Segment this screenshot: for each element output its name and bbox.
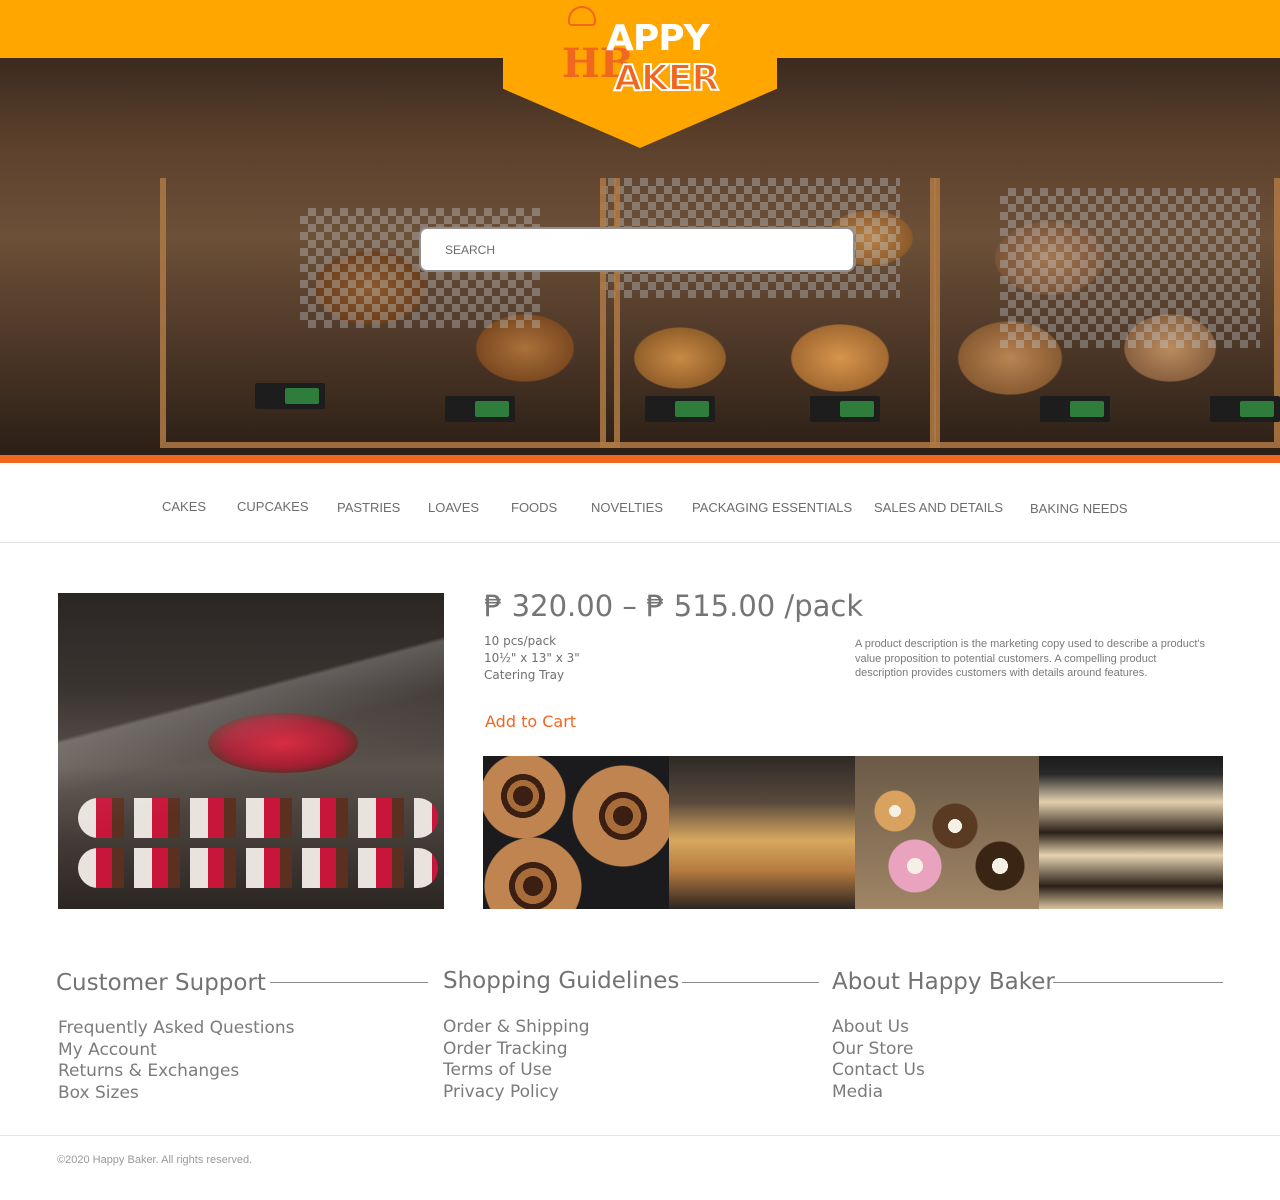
footer-link-my-account[interactable]: My Account <box>58 1040 157 1060</box>
product-main-image[interactable] <box>58 593 444 909</box>
footer-link-media[interactable]: Media <box>832 1082 883 1102</box>
footer-title-about: About Happy Baker <box>832 969 1055 995</box>
footer-link-order-tracking[interactable]: Order Tracking <box>443 1039 568 1059</box>
product-description: A product description is the marketing c… <box>855 638 1206 679</box>
footer-link-contact-us[interactable]: Contact Us <box>832 1060 925 1080</box>
thumbnail-cinnamon-rolls[interactable] <box>483 756 669 909</box>
hero-crate <box>160 178 620 448</box>
thumbnail-cakes[interactable] <box>1039 756 1223 909</box>
spec-pack: 10 pcs/pack <box>484 634 557 648</box>
product-thumbnails <box>483 756 1223 909</box>
nav-item-baking-needs[interactable]: BAKING NEEDS <box>1030 501 1128 516</box>
add-to-cart-button[interactable]: Add to Cart <box>485 712 576 731</box>
nav-item-loaves[interactable]: LOAVES <box>428 500 479 515</box>
category-nav: CAKES CUPCAKES PASTRIES LOAVES FOODS NOV… <box>0 463 1280 543</box>
footer-title-rule <box>682 982 819 983</box>
footer-title-customer-support: Customer Support <box>56 970 266 996</box>
footer-link-returns[interactable]: Returns & Exchanges <box>58 1061 239 1081</box>
hero-price-tag <box>645 396 715 422</box>
search-box <box>419 227 855 272</box>
footer-link-faq[interactable]: Frequently Asked Questions <box>58 1018 295 1038</box>
thumbnail-pastry-display[interactable] <box>669 756 855 909</box>
spec-size: 10½" x 13" x 3" <box>484 651 580 665</box>
nav-item-foods[interactable]: FOODS <box>511 500 557 515</box>
footer-link-order-shipping[interactable]: Order & Shipping <box>443 1017 590 1037</box>
footer-link-about-us[interactable]: About Us <box>832 1017 909 1037</box>
hero-price-tag <box>445 396 515 422</box>
hero-price-tag <box>255 383 325 409</box>
nav-item-novelties[interactable]: NOVELTIES <box>591 500 663 515</box>
nav-item-cupcakes[interactable]: CUPCAKES <box>237 499 309 514</box>
hero-price-tag <box>810 396 880 422</box>
search-input[interactable] <box>421 229 853 270</box>
nav-item-sales-and-details[interactable]: SALES AND DETAILS <box>874 500 1003 515</box>
spec-type: Catering Tray <box>484 668 565 682</box>
product-price: ₱ 320.00 – ₱ 515.00 /pack <box>484 589 864 623</box>
hero-bottom-stripe <box>0 455 1280 463</box>
nav-item-cakes[interactable]: CAKES <box>162 499 206 514</box>
product-image-glare <box>58 593 444 909</box>
footer-title-rule <box>270 982 428 983</box>
product-specs: 10 pcs/pack 10½" x 13" x 3" Catering Tra… <box>484 633 580 684</box>
footer-title-shopping-guidelines: Shopping Guidelines <box>443 968 680 994</box>
footer-divider <box>0 1135 1280 1136</box>
footer-link-terms[interactable]: Terms of Use <box>443 1060 552 1080</box>
thumbnail-donuts[interactable] <box>855 756 1039 909</box>
hero-price-tag <box>1040 396 1110 422</box>
footer-title-rule <box>1053 982 1223 983</box>
nav-item-pastries[interactable]: PASTRIES <box>337 500 400 515</box>
nav-item-packaging-essentials[interactable]: PACKAGING ESSENTIALS <box>692 500 852 515</box>
logo-text-line2: AKER <box>613 57 720 100</box>
logo-text-line1: APPY <box>606 18 710 59</box>
footer-link-our-store[interactable]: Our Store <box>832 1039 913 1059</box>
hero-price-tag <box>1210 396 1280 422</box>
footer-link-box-sizes[interactable]: Box Sizes <box>58 1083 139 1103</box>
chef-hat-icon <box>568 6 596 26</box>
copyright-text: ©2020 Happy Baker. All rights reserved. <box>57 1154 253 1166</box>
footer-link-privacy[interactable]: Privacy Policy <box>443 1082 559 1102</box>
brand-logo[interactable]: HB APPY AKER <box>562 6 722 100</box>
